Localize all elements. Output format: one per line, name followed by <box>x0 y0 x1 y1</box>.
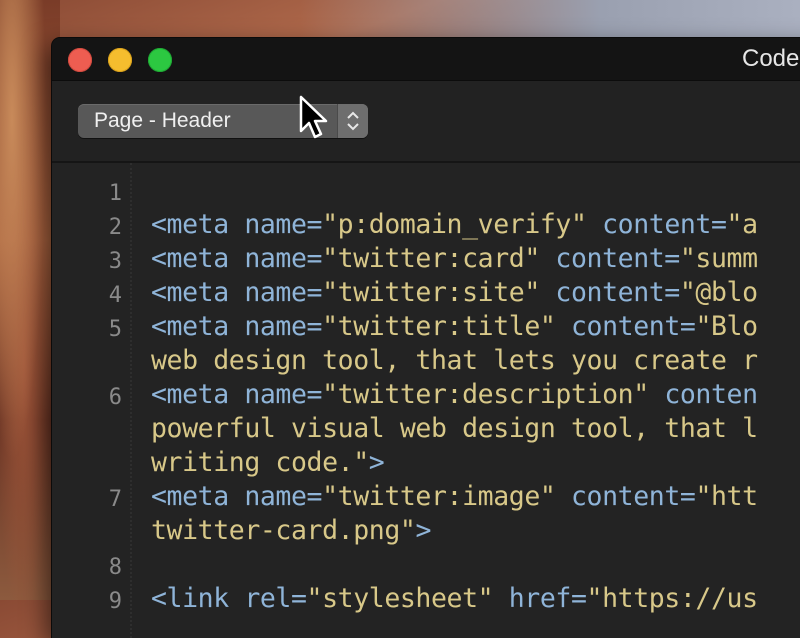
code-line[interactable]: powerful visual web design tool, that l <box>151 413 758 444</box>
mouse-pointer-icon <box>299 95 328 139</box>
line-number: 7 <box>108 487 122 512</box>
code-token-str: twitter-card.png" <box>151 515 416 546</box>
code-token-attr: content= <box>555 481 696 512</box>
code-token-str: "htt <box>695 481 758 512</box>
line-number: 9 <box>108 589 122 614</box>
code-token-tag: <meta <box>151 243 245 274</box>
line-number: 3 <box>108 249 122 274</box>
code-token-tag: <meta <box>151 311 245 342</box>
code-token-attr: name= <box>244 379 323 410</box>
code-token-tag: <meta <box>151 481 245 512</box>
code-line[interactable]: <link rel="stylesheet" href="https://us <box>151 583 758 614</box>
code-editor[interactable]: 1 2 3 4 5 6 7 8 9 <meta name="p:domain_v… <box>52 163 800 638</box>
code-token-attr: rel= <box>244 583 307 614</box>
line-number-gutter: 1 2 3 4 5 6 7 8 9 <box>52 163 132 638</box>
line-number: 4 <box>108 283 122 308</box>
code-token-str: "https://us <box>586 583 759 614</box>
desktop-wallpaper-sky <box>300 0 800 40</box>
code-token-str: "@blo <box>679 277 758 308</box>
code-line[interactable]: <meta name="twitter:description" conten <box>151 379 758 410</box>
code-line[interactable]: <meta name="twitter:title" content="Blo <box>151 311 758 342</box>
code-line[interactable]: <meta name="twitter:site" content="@blo <box>151 277 758 308</box>
code-token-attr: name= <box>244 481 323 512</box>
zoom-window-button[interactable] <box>148 48 172 72</box>
code-token-tag: <meta <box>151 277 245 308</box>
code-token-str: "twitter:description" <box>322 379 649 410</box>
code-token-tag: <link <box>151 583 245 614</box>
line-number: 2 <box>108 215 122 240</box>
close-window-button[interactable] <box>68 48 92 72</box>
desktop-wallpaper-rock <box>0 0 60 600</box>
up-down-chevron-icon[interactable] <box>337 104 368 138</box>
line-number: 6 <box>108 385 122 410</box>
code-token-str: "Blo <box>695 311 758 342</box>
toolbar: Page - Header <box>52 81 800 163</box>
code-token-attr: content= <box>586 209 727 240</box>
code-token-attr: name= <box>244 209 323 240</box>
code-token-attr: name= <box>244 277 323 308</box>
line-number: 1 <box>108 181 122 206</box>
title-bar[interactable]: Code <box>52 38 800 81</box>
code-token-attr: name= <box>244 243 323 274</box>
code-token-attr: name= <box>244 311 323 342</box>
code-token-str: "twitter:card" <box>322 243 540 274</box>
code-token-str: "stylesheet" <box>306 583 494 614</box>
code-token-attr: content= <box>555 311 696 342</box>
code-token-str: "twitter:image" <box>322 481 556 512</box>
code-token-str: powerful visual web design tool, that l <box>151 413 758 444</box>
code-token-str: "twitter:title" <box>322 311 556 342</box>
code-token-str: writing code." <box>151 447 369 478</box>
code-token-tag: <meta <box>151 379 245 410</box>
minimize-window-button[interactable] <box>108 48 132 72</box>
code-token-str: "summ <box>679 243 758 274</box>
code-token-tag: <meta <box>151 209 245 240</box>
code-token-str: "a <box>726 209 759 240</box>
code-token-attr: conten <box>648 379 758 410</box>
code-line[interactable]: <meta name="twitter:image" content="htt <box>151 481 758 512</box>
code-token-str: web design tool, that lets you create r <box>151 345 758 376</box>
code-line[interactable]: <meta name="twitter:card" content="summ <box>151 243 758 274</box>
line-number: 5 <box>108 317 122 342</box>
code-line[interactable]: <meta name="p:domain_verify" content="a <box>151 209 758 240</box>
window-title: Code <box>742 45 800 72</box>
code-token-str: "twitter:site" <box>322 277 540 308</box>
code-editor-window: Code Page - Header 1 2 3 4 5 6 7 8 9 <me… <box>52 38 800 638</box>
code-token-tag: > <box>368 447 385 478</box>
dropdown-selected-value: Page - Header <box>94 109 231 132</box>
code-token-attr: href= <box>493 583 587 614</box>
line-number: 8 <box>108 555 122 580</box>
code-token-str: "p:domain_verify" <box>322 209 587 240</box>
code-line[interactable]: writing code."> <box>151 447 385 478</box>
code-token-tag: > <box>415 515 431 546</box>
code-token-attr: content= <box>539 243 680 274</box>
code-token-attr: content= <box>539 277 680 308</box>
code-line[interactable]: twitter-card.png"> <box>151 515 431 546</box>
code-line[interactable]: web design tool, that lets you create r <box>151 345 758 376</box>
